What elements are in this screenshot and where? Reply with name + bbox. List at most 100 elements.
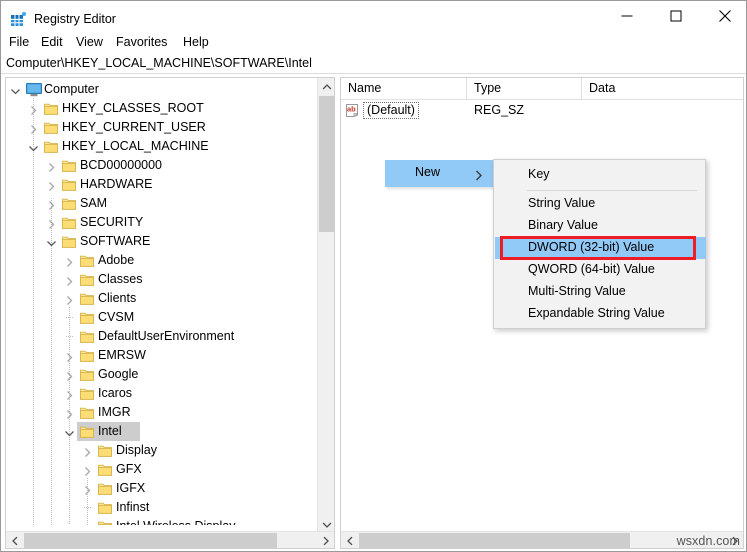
context-menu-item-expandable-string-value[interactable]: Expandable String Value [495, 303, 706, 325]
context-menu-item-string-value[interactable]: String Value [495, 193, 706, 215]
tree-item-cvsm[interactable]: CVSM [6, 308, 317, 327]
chevron-right-icon[interactable] [46, 179, 57, 191]
chevron-right-icon[interactable] [64, 274, 75, 286]
folder-icon [98, 482, 112, 495]
maximize-button[interactable] [653, 1, 699, 31]
chevron-right-icon[interactable] [46, 160, 57, 172]
close-button[interactable] [702, 1, 746, 31]
tree-item-label: IMGR [98, 405, 131, 419]
tree-item-sam[interactable]: SAM [6, 194, 317, 213]
chevron-down-icon[interactable] [64, 426, 75, 437]
registry-tree[interactable]: Computer HKEY_CLASSES_ROOT HKEY_CURRENT_US… [6, 78, 317, 525]
scroll-left-arrow-icon[interactable] [6, 532, 23, 548]
folder-icon [98, 520, 112, 525]
chevron-right-icon[interactable] [64, 369, 75, 381]
tree-item-intel-wireless-display[interactable]: Intel Wireless Display [6, 517, 317, 525]
listview-header: Name Type Data [341, 78, 743, 100]
registry-path: Computer\HKEY_LOCAL_MACHINE\SOFTWARE\Int… [6, 56, 312, 70]
context-menu-item-binary-value[interactable]: Binary Value [495, 215, 706, 237]
tree-item-software[interactable]: SOFTWARE [6, 232, 317, 251]
chevron-right-icon[interactable] [82, 483, 93, 495]
context-menu-item-dword-32-bit-value[interactable]: DWORD (32-bit) Value [495, 237, 706, 259]
tree-item-defaultuserenvironment[interactable]: DefaultUserEnvironment [6, 327, 317, 346]
tree-item-hkey-classes-root[interactable]: HKEY_CLASSES_ROOT [6, 99, 317, 118]
tree-item-label: Clients [98, 291, 137, 305]
menu-view[interactable]: View [72, 33, 107, 51]
context-menu-item-qword-64-bit-value[interactable]: QWORD (64-bit) Value [495, 259, 706, 281]
chevron-right-icon[interactable] [82, 445, 93, 457]
menu-favorites[interactable]: Favorites [112, 33, 171, 51]
tree-item-label: EMRSW [98, 348, 146, 362]
chevron-right-icon[interactable] [64, 388, 75, 400]
context-menu-item-multi-string-value[interactable]: Multi-String Value [495, 281, 706, 303]
listview-hscroll-thumb[interactable] [359, 533, 630, 548]
scroll-right-arrow-icon[interactable] [317, 532, 334, 548]
chevron-right-icon[interactable] [64, 407, 75, 419]
chevron-right-icon[interactable] [28, 122, 39, 134]
menu-edit[interactable]: Edit [37, 33, 67, 51]
address-bar[interactable]: Computer\HKEY_LOCAL_MACHINE\SOFTWARE\Int… [1, 53, 746, 74]
chevron-down-icon[interactable] [10, 84, 21, 95]
scroll-up-arrow-icon[interactable] [318, 78, 334, 95]
context-parent-shadow [387, 187, 501, 191]
context-menu-item-new[interactable]: New [385, 160, 499, 187]
tree-item-google[interactable]: Google [6, 365, 317, 384]
table-row[interactable]: ab (Default) REG_SZ [341, 101, 743, 120]
chevron-right-icon [474, 168, 484, 181]
context-menu-item-key[interactable]: Key [495, 164, 706, 186]
folder-icon [80, 273, 94, 286]
chevron-down-icon[interactable] [46, 236, 57, 247]
tree-item-hkey-current-user[interactable]: HKEY_CURRENT_USER [6, 118, 317, 137]
chevron-right-icon[interactable] [64, 293, 75, 305]
tree-item-adobe[interactable]: Adobe [6, 251, 317, 270]
tree-item-emrsw[interactable]: EMRSW [6, 346, 317, 365]
folder-icon [98, 444, 112, 457]
chevron-right-icon[interactable] [82, 464, 93, 476]
registry-editor-window: Registry Editor File Edit View Favorites… [0, 0, 747, 552]
chevron-right-icon[interactable] [46, 217, 57, 229]
tree-horizontal-scrollbar[interactable] [6, 531, 334, 548]
tree-item-bcd00000000[interactable]: BCD00000000 [6, 156, 317, 175]
tree-item-hardware[interactable]: HARDWARE [6, 175, 317, 194]
folder-icon [62, 197, 76, 210]
tree-item-computer[interactable]: Computer [6, 80, 317, 99]
tree-item-hkey-local-machine[interactable]: HKEY_LOCAL_MACHINE [6, 137, 317, 156]
tree-scroll-thumb[interactable] [319, 96, 334, 232]
tree-item-imgr[interactable]: IMGR [6, 403, 317, 422]
tree-item-classes[interactable]: Classes [6, 270, 317, 289]
column-header-type[interactable]: Type [467, 78, 582, 99]
tree-item-gfx[interactable]: GFX [6, 460, 317, 479]
tree-item-icaros[interactable]: Icaros [6, 384, 317, 403]
folder-icon [80, 349, 94, 362]
menu-help[interactable]: Help [179, 33, 213, 51]
chevron-down-icon[interactable] [28, 141, 39, 152]
tree-vertical-scrollbar[interactable] [317, 78, 334, 533]
chevron-right-icon[interactable] [64, 350, 75, 362]
minimize-button[interactable] [604, 1, 650, 31]
tree-item-security[interactable]: SECURITY [6, 213, 317, 232]
tree-hscroll-thumb[interactable] [24, 533, 277, 548]
tree-item-label: Classes [98, 272, 143, 286]
column-header-name[interactable]: Name [341, 78, 467, 99]
tree-item-label: SECURITY [80, 215, 144, 229]
column-header-data[interactable]: Data [582, 78, 743, 99]
chevron-right-icon[interactable] [28, 103, 39, 115]
chevron-right-icon[interactable] [64, 255, 75, 267]
tree-item-intel[interactable]: Intel [6, 422, 317, 441]
context-menu-item-new-label: New [415, 165, 441, 179]
tree-item-igfx[interactable]: IGFX [6, 479, 317, 498]
folder-icon [80, 311, 94, 324]
tree-item-label: BCD00000000 [80, 158, 163, 172]
list-scroll-left-arrow-icon[interactable] [341, 532, 358, 548]
window-title: Registry Editor [34, 12, 116, 26]
tree-item-infinst[interactable]: Infinst [6, 498, 317, 517]
context-submenu-new[interactable]: Key String Value Binary Value DWORD (32-bit… [493, 159, 706, 329]
chevron-right-icon[interactable] [46, 198, 57, 210]
tree-item-display[interactable]: Display [6, 441, 317, 460]
context-menu-separator [527, 190, 697, 191]
folder-icon [44, 140, 58, 153]
menu-file[interactable]: File [5, 33, 33, 51]
string-value-icon: ab [345, 103, 361, 118]
folder-icon [62, 159, 76, 172]
tree-item-clients[interactable]: Clients [6, 289, 317, 308]
